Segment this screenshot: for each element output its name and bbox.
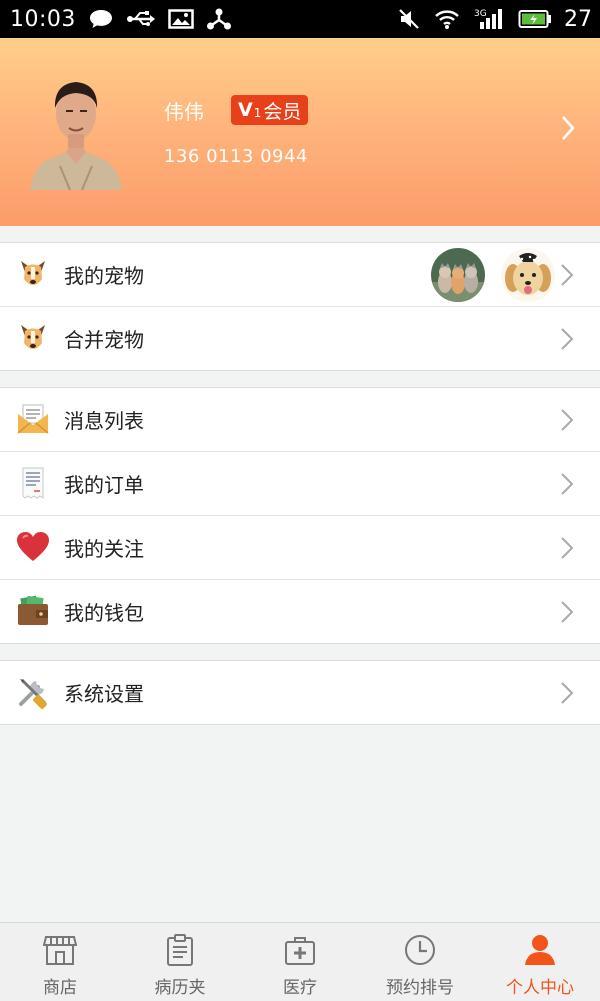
chevron-right-icon [560, 600, 574, 628]
tab-label: 医疗 [283, 978, 317, 998]
profile-header[interactable]: 伟伟 V 1 会员 136 0113 0944 [0, 38, 600, 226]
wallet-icon [16, 594, 50, 628]
tab-store[interactable]: 商店 [0, 923, 120, 1001]
menu-item-merge-pets[interactable]: 合并宠物 [0, 307, 600, 370]
tools-icon [16, 675, 50, 709]
clock-icon [403, 933, 437, 967]
menu-item-my-pets[interactable]: 我的宠物 [0, 243, 600, 307]
tab-label: 个人中心 [506, 978, 574, 998]
pets-group: 我的宠物 合并宠物 [0, 242, 600, 371]
signal-3g-icon: 3G [474, 7, 504, 31]
menu-item-my-follows[interactable]: 我的关注 [0, 516, 600, 580]
profile-name: 伟伟 [164, 100, 204, 124]
menu-item-my-wallet[interactable]: 我的钱包 [0, 580, 600, 643]
usb-icon [126, 10, 156, 28]
battery-percent: 27 [564, 6, 592, 32]
wifi-icon [434, 8, 460, 30]
tab-appointment[interactable]: 预约排号 [360, 923, 480, 1001]
battery-icon [518, 9, 552, 29]
status-time: 10:03 [10, 6, 76, 32]
pet-avatar-puppy[interactable] [501, 248, 555, 302]
tab-label: 预约排号 [386, 978, 454, 998]
status-bar: 10:03 3G 27 [0, 0, 600, 38]
avatar[interactable] [30, 66, 122, 190]
menu-label-my-pets: 我的宠物 [64, 264, 144, 288]
vip-text: 会员 [263, 100, 302, 123]
bottom-tab-bar: 商店 病历夹 医疗 预约排号 个人中心 [0, 922, 600, 1001]
menu-label-messages: 消息列表 [64, 409, 144, 433]
chevron-right-icon [560, 327, 574, 355]
menu-label-my-follows: 我的关注 [64, 537, 144, 561]
chevron-right-icon [560, 681, 574, 709]
vip-badge: V 1 会员 [231, 95, 309, 125]
chevron-right-icon [560, 536, 574, 564]
settings-group: 系统设置 [0, 660, 600, 725]
chevron-right-icon [560, 472, 574, 500]
menu-label-my-wallet: 我的钱包 [64, 601, 144, 625]
svg-text:3G: 3G [474, 9, 487, 19]
menu-label-merge-pets: 合并宠物 [64, 328, 144, 352]
dog-icon [16, 321, 50, 355]
tab-label: 商店 [43, 978, 77, 998]
tab-medical-records[interactable]: 病历夹 [120, 923, 240, 1001]
mute-icon [398, 8, 420, 30]
image-icon [168, 8, 194, 30]
heart-icon [16, 530, 50, 564]
chevron-right-icon[interactable] [560, 114, 576, 146]
chevron-right-icon [560, 263, 574, 291]
envelope-icon [16, 402, 50, 436]
tab-medical[interactable]: 医疗 [240, 923, 360, 1001]
vip-level: 1 [253, 106, 262, 120]
pet-avatar-kittens[interactable] [431, 248, 485, 302]
dog-icon [16, 257, 50, 291]
medical-kit-icon [283, 933, 317, 967]
menu-item-messages[interactable]: 消息列表 [0, 388, 600, 452]
menu-item-settings[interactable]: 系统设置 [0, 661, 600, 724]
store-icon [42, 933, 78, 967]
tab-personal-center[interactable]: 个人中心 [480, 923, 600, 1001]
clipboard-icon [163, 933, 197, 967]
tab-label: 病历夹 [154, 978, 206, 998]
chevron-right-icon [560, 408, 574, 436]
vip-letter: V [238, 99, 253, 121]
chat-icon [88, 8, 114, 30]
menu-label-my-orders: 我的订单 [64, 473, 144, 497]
share-icon [206, 7, 232, 31]
account-group: 消息列表 我的订单 我的关注 我的钱包 [0, 387, 600, 644]
profile-phone: 136 0113 0944 [164, 146, 308, 167]
menu-label-settings: 系统设置 [64, 682, 144, 706]
person-icon [523, 933, 557, 967]
receipt-icon [16, 466, 50, 500]
menu-item-my-orders[interactable]: 我的订单 [0, 452, 600, 516]
